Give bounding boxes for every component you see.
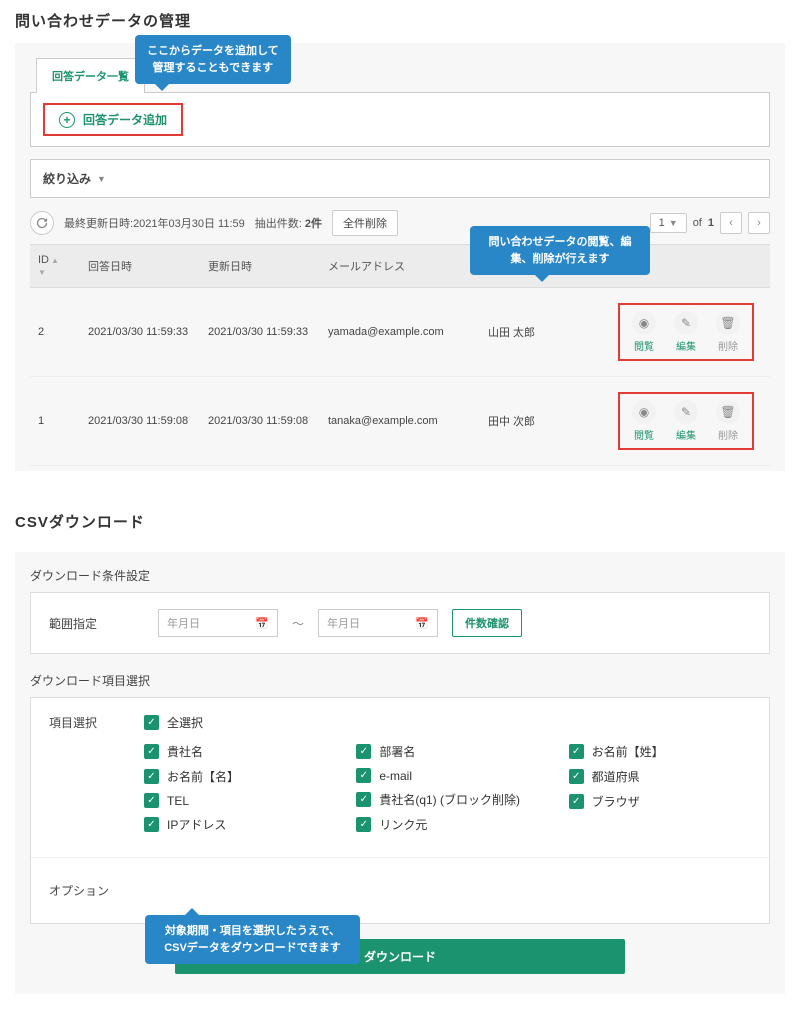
tilde: 〜 (292, 615, 304, 632)
check-icon: ✓ (356, 744, 371, 759)
delete-button[interactable]: 🗑削除 (714, 311, 742, 353)
add-data-button[interactable]: + 回答データ追加 (43, 103, 183, 136)
reload-icon (36, 217, 48, 229)
table-row: 2 2021/03/30 11:59:33 2021/03/30 11:59:3… (30, 288, 770, 377)
check-icon: ✓ (569, 769, 584, 784)
count-confirm-button[interactable]: 件数確認 (452, 609, 522, 637)
check-icon: ✓ (356, 768, 371, 783)
range-label: 範囲指定 (49, 615, 144, 632)
check-icon: ✓ (569, 794, 584, 809)
item-label: 貴社名 (167, 743, 203, 760)
item-label: リンク元 (379, 816, 427, 833)
check-icon: ✓ (356, 817, 371, 832)
item-label: 都道府県 (592, 768, 640, 785)
edit-button[interactable]: ✎編集 (672, 400, 700, 442)
filter-label: 絞り込み (43, 170, 91, 187)
item-checkbox[interactable]: ✓ 部署名 (356, 743, 538, 760)
eye-icon: ◉ (632, 400, 656, 424)
check-icon: ✓ (144, 715, 159, 730)
item-checkbox[interactable]: ✓ リンク元 (356, 816, 538, 833)
table-row: 1 2021/03/30 11:59:08 2021/03/30 11:59:0… (30, 377, 770, 466)
item-label: お名前【名】 (167, 768, 239, 785)
calendar-icon: 📅 (415, 617, 429, 630)
item-checkbox[interactable]: ✓ IPアドレス (144, 816, 326, 833)
reload-button[interactable] (30, 211, 54, 235)
item-label: ブラウザ (592, 793, 640, 810)
item-label: お名前【姓】 (592, 743, 664, 760)
page-select[interactable]: 1▼ (650, 213, 687, 233)
item-checkbox[interactable]: ✓ お名前【姓】 (569, 743, 751, 760)
check-icon: ✓ (356, 792, 371, 807)
check-icon: ✓ (144, 744, 159, 759)
chevron-down-icon: ▼ (97, 174, 106, 184)
trash-icon: 🗑 (716, 400, 740, 424)
edit-button[interactable]: ✎編集 (672, 311, 700, 353)
check-icon: ✓ (569, 744, 584, 759)
callout-add: ここからデータを追加して 管理することもできます (135, 35, 291, 84)
plus-icon: + (59, 112, 75, 128)
calendar-icon: 📅 (255, 617, 269, 630)
check-icon: ✓ (144, 769, 159, 784)
csv-title: CSVダウンロード (15, 511, 785, 532)
filter-toggle[interactable]: 絞り込み ▼ (43, 170, 757, 187)
item-label: 貴社名(q1) (ブロック削除) (379, 791, 520, 808)
view-button[interactable]: ◉閲覧 (630, 311, 658, 353)
item-checkbox[interactable]: ✓ ブラウザ (569, 793, 751, 810)
cond-heading: ダウンロード条件設定 (30, 567, 770, 584)
callout-actions: 問い合わせデータの閲覧、編集、削除が行えます (470, 226, 650, 275)
item-checkbox[interactable]: ✓ e-mail (356, 768, 538, 783)
of-label: of (693, 217, 702, 229)
item-heading: ダウンロード項目選択 (30, 672, 770, 689)
delete-all-button[interactable]: 全件削除 (332, 210, 398, 236)
item-label: TEL (167, 794, 189, 808)
prev-page-button[interactable]: ‹ (720, 212, 742, 234)
option-label: オプション (49, 882, 144, 899)
data-table: ID▲▼ 回答日時 更新日時 メールアドレス お名前 2 2021/03/30 … (30, 244, 770, 466)
item-checkbox[interactable]: ✓ 貴社名 (144, 743, 326, 760)
callout-download: 対象期間・項目を選択したうえで、CSVデータをダウンロードできます (145, 915, 360, 964)
next-page-button[interactable]: › (748, 212, 770, 234)
edit-icon: ✎ (674, 400, 698, 424)
check-icon: ✓ (144, 817, 159, 832)
date-from-input[interactable]: 年月日 📅 (158, 609, 278, 637)
extract-count: 抽出件数: 2件 (255, 215, 322, 231)
chevron-down-icon: ▼ (669, 218, 678, 228)
item-select-label: 項目選択 (49, 714, 144, 841)
edit-icon: ✎ (674, 311, 698, 335)
last-update: 最終更新日時:2021年03月30日 11:59 (64, 215, 245, 231)
check-icon: ✓ (144, 793, 159, 808)
delete-button[interactable]: 🗑削除 (714, 400, 742, 442)
trash-icon: 🗑 (716, 311, 740, 335)
page-title: 問い合わせデータの管理 (15, 10, 785, 31)
eye-icon: ◉ (632, 311, 656, 335)
item-checkbox[interactable]: ✓ TEL (144, 793, 326, 808)
item-checkbox[interactable]: ✓ 貴社名(q1) (ブロック削除) (356, 791, 538, 808)
select-all-checkbox[interactable]: ✓全選択 (144, 714, 751, 731)
total-pages: 1 (708, 217, 714, 229)
view-button[interactable]: ◉閲覧 (630, 400, 658, 442)
item-label: e-mail (379, 769, 412, 783)
item-checkbox[interactable]: ✓ 都道府県 (569, 768, 751, 785)
add-data-label: 回答データ追加 (83, 111, 167, 128)
item-label: IPアドレス (167, 816, 226, 833)
item-label: 部署名 (379, 743, 415, 760)
date-to-input[interactable]: 年月日 📅 (318, 609, 438, 637)
item-checkbox[interactable]: ✓ お名前【名】 (144, 768, 326, 785)
tab-answer-list[interactable]: 回答データ一覧 (36, 58, 145, 93)
